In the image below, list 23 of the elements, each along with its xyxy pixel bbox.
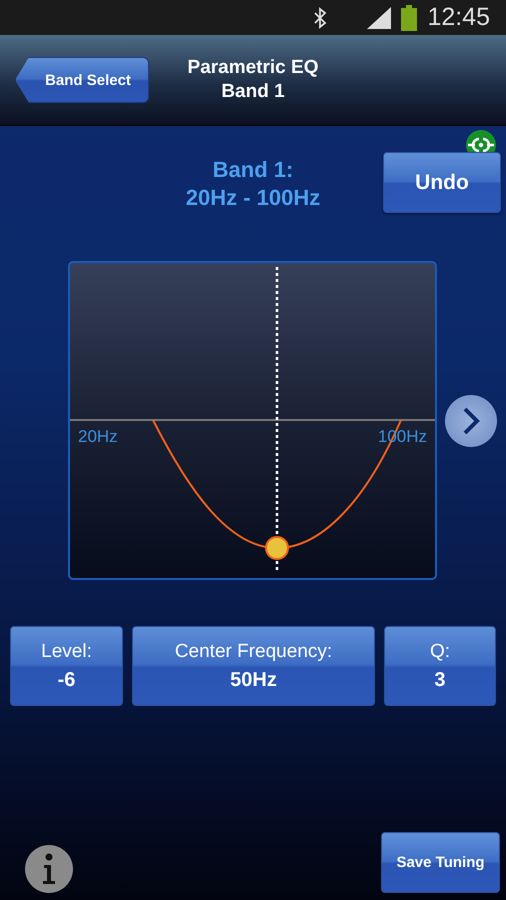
parameter-label: Q: (430, 640, 450, 662)
band-title: Band 1: (212, 156, 294, 184)
parameter-value: -6 (58, 668, 76, 692)
signal-icon (367, 6, 392, 28)
parameter-label: Level: (41, 640, 92, 662)
parameter-button[interactable]: Q: 3 (384, 626, 496, 706)
parameter-button[interactable]: Center Frequency: 50Hz (132, 626, 375, 706)
info-icon[interactable] (25, 845, 73, 893)
parameter-value: 3 (434, 668, 446, 692)
low-frequency-label: 20Hz (78, 427, 118, 447)
save-tuning-button[interactable]: Save Tuning (381, 832, 500, 893)
parameter-label: Center Frequency: (174, 640, 332, 662)
parameter-value: 50Hz (230, 668, 277, 692)
band-range: 20Hz - 100Hz (184, 184, 322, 212)
bluetooth-icon (313, 6, 328, 28)
undo-button[interactable]: Undo (383, 152, 501, 213)
back-button[interactable]: Band Select (15, 57, 149, 103)
clock-time: 12:45 (427, 3, 490, 32)
parameter-button[interactable]: Level: -6 (10, 626, 124, 706)
battery-icon (401, 4, 418, 30)
screen-title: Parametric EQ (188, 56, 318, 80)
next-button[interactable] (445, 394, 497, 446)
screen-subtitle: Band 1 (220, 80, 286, 104)
